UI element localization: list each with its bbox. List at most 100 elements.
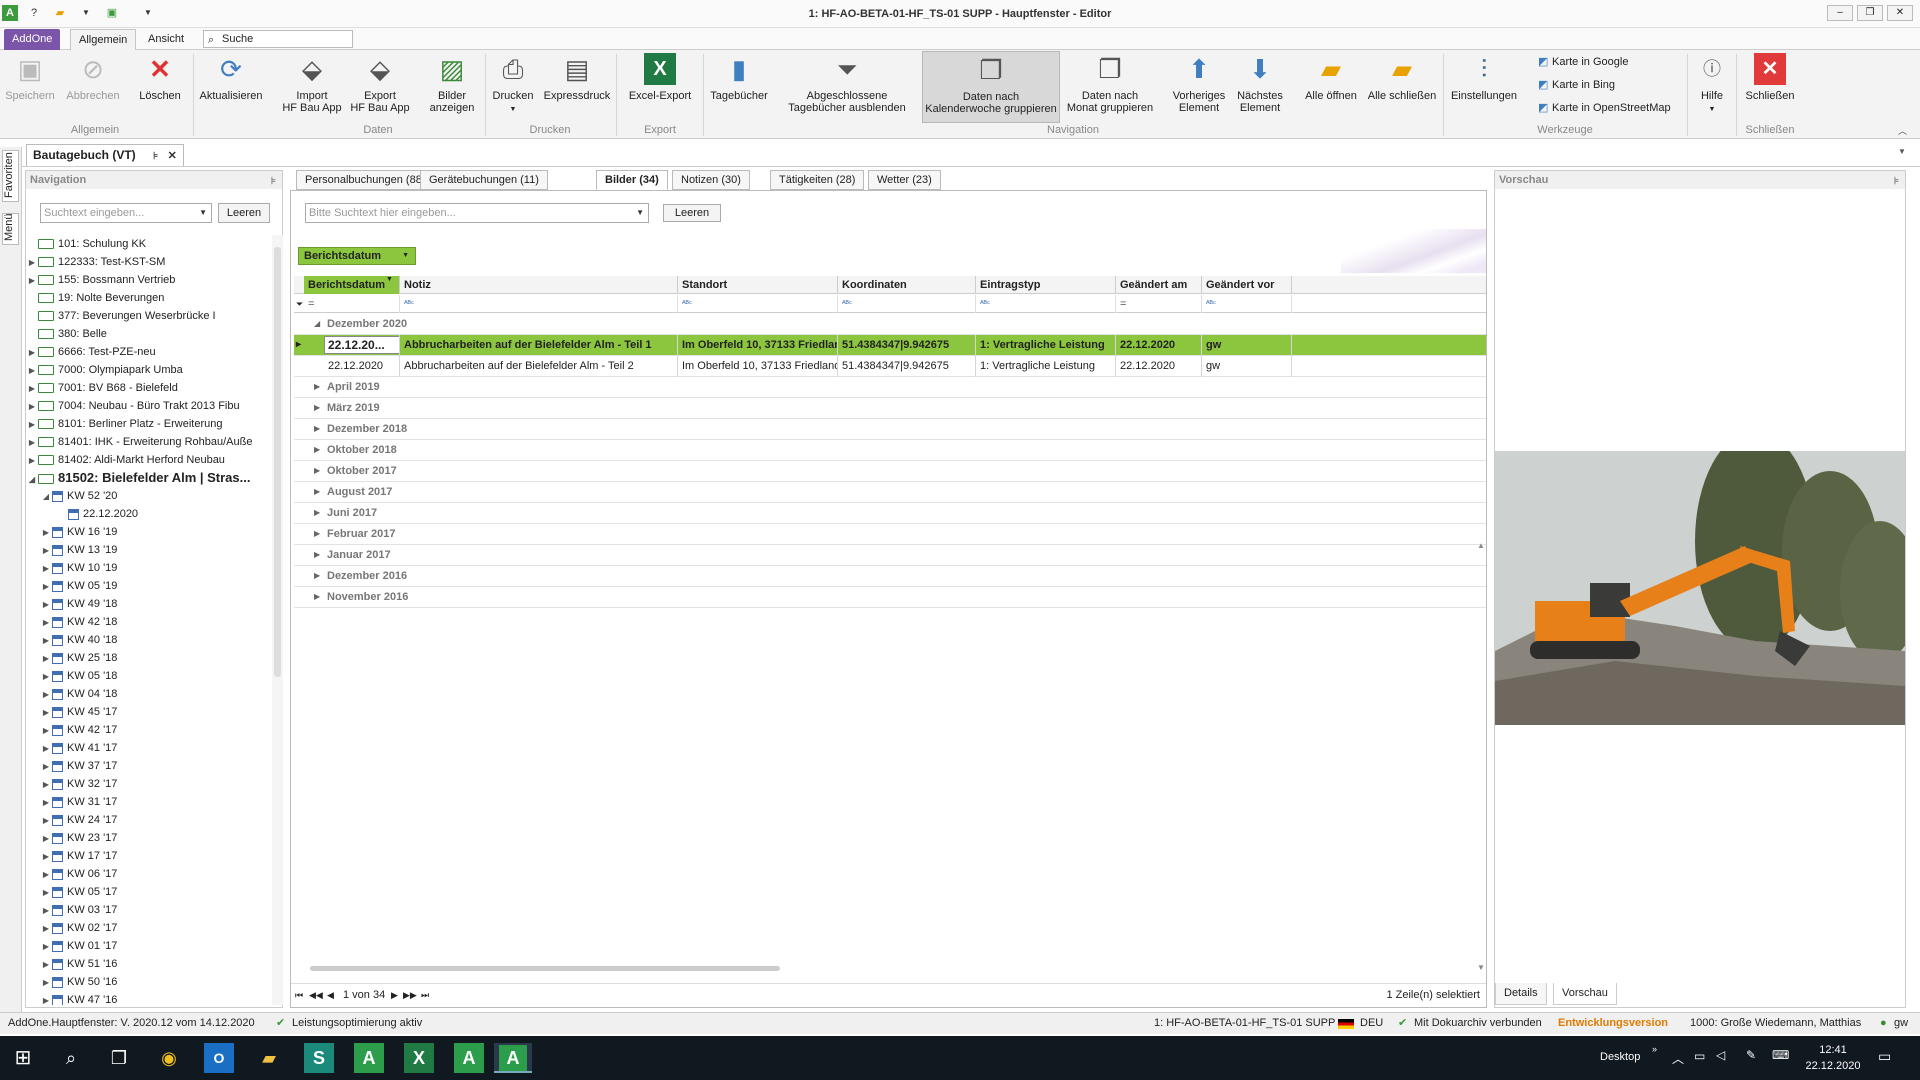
doc-tab-bautagebuch[interactable]: Bautagebuch (VT) ⊧ ✕ [26, 144, 184, 166]
pen-icon[interactable]: ✎ [1746, 1048, 1756, 1062]
tree-node-week[interactable]: ▶ KW 50 '16 [40, 973, 117, 991]
chevron-right-icon[interactable]: ▶ [26, 398, 38, 416]
group-row[interactable]: ▶ Januar 2017 [294, 545, 1486, 566]
scrollbar-thumb[interactable] [310, 966, 780, 971]
refresh-button[interactable]: ⟳ Aktualisieren [197, 53, 265, 123]
tree-node-week[interactable]: ▶ KW 45 '17 [40, 703, 117, 721]
grid-search-input[interactable]: Bitte Suchtext hier eingeben... ▼ [305, 203, 649, 223]
chevron-right-icon[interactable]: ▶ [314, 398, 320, 418]
chevron-right-icon[interactable]: ▶ [40, 866, 52, 884]
table-row[interactable]: ▸ 22.12.20...▼Abbrucharbeiten auf der Bie… [294, 335, 1486, 356]
export-button[interactable]: ⬙ Export HF Bau App [348, 53, 412, 123]
chevron-right-icon[interactable]: ▶ [40, 974, 52, 992]
group-by-week-button[interactable]: ❐ Daten nach Kalenderwoche gruppieren [922, 51, 1060, 123]
preview-tab-details[interactable]: Details [1495, 983, 1547, 1005]
tree-node-week[interactable]: ▶ KW 42 '18 [40, 613, 117, 631]
tree-node-week[interactable]: ▶ KW 41 '17 [40, 739, 117, 757]
tree-node-week[interactable]: ▶ KW 32 '17 [40, 775, 117, 793]
column-filter-cell[interactable]: ᴬᴮᶜ [678, 295, 838, 313]
next-element-button[interactable]: ⬇ Nächstes Element [1232, 53, 1288, 123]
tree-node-week[interactable]: ▶ KW 31 '17 [40, 793, 117, 811]
map-osm-link[interactable]: ◩ Karte in OpenStreetMap [1538, 100, 1671, 116]
chevron-right-icon[interactable]: ▶ [26, 344, 38, 362]
addone-app-icon[interactable]: A [354, 1043, 384, 1073]
column-header[interactable]: Standort [678, 276, 838, 294]
excel-export-button[interactable]: X Excel-Export [624, 53, 696, 123]
excel-icon[interactable]: X [404, 1043, 434, 1073]
explorer-folder-icon[interactable]: ▰ [254, 1043, 284, 1073]
column-filter-cell[interactable]: ᴬᴮᶜ [838, 295, 976, 313]
column-header[interactable]: Notiz [400, 276, 678, 294]
tree-node-project[interactable]: ▶ 7004: Neubau - Büro Trakt 2013 Fibu [26, 397, 240, 415]
group-row[interactable]: ▶ Februar 2017 [294, 524, 1486, 545]
table-cell[interactable]: 22.12.2020 [324, 356, 400, 377]
group-row[interactable]: ▶ November 2016 [294, 587, 1486, 608]
chevron-right-icon[interactable]: ▶ [314, 440, 320, 460]
date-edit-input[interactable]: 22.12.20...▼ [324, 336, 399, 354]
group-row[interactable]: ◢ Dezember 2020 [294, 314, 1486, 335]
tree-node-week[interactable]: ▶ KW 05 '19 [40, 577, 117, 595]
chevron-right-icon[interactable]: ▶ [40, 560, 52, 578]
table-cell[interactable]: 1: Vertragliche Leistung [976, 335, 1116, 356]
tree-node-week[interactable]: ▶ KW 40 '18 [40, 631, 117, 649]
express-print-button[interactable]: ▤ Expressdruck [542, 53, 612, 123]
tree-node-week[interactable]: ▶ KW 04 '18 [40, 685, 117, 703]
import-button[interactable]: ⬙ Import HF Bau App [278, 53, 346, 123]
prev-page-group-icon[interactable]: ◀◀ [309, 984, 323, 1006]
collapse-ribbon-icon[interactable]: ︿ [1898, 124, 1907, 137]
table-cell[interactable]: 22.12.20...▼ [324, 335, 400, 356]
chevron-right-icon[interactable]: ▶ [314, 524, 320, 544]
tree-node-week[interactable]: ▶ KW 10 '19 [40, 559, 117, 577]
chevron-down-icon[interactable]: ◢ [40, 488, 52, 506]
chevron-right-icon[interactable]: ▶ [40, 668, 52, 686]
group-by-chip[interactable]: Berichtsdatum ▼ [298, 247, 416, 265]
next-page-icon[interactable]: ▶ [391, 984, 398, 1006]
desktop-chevron-icon[interactable]: » [1652, 1044, 1657, 1054]
scrollbar-thumb[interactable] [274, 247, 281, 677]
settings-button[interactable]: ⫶ Einstellungen [1448, 53, 1520, 123]
table-cell[interactable]: 22.12.2020 [1116, 335, 1202, 356]
tree-node-project[interactable]: ▶ 122333: Test-KST-SM [26, 253, 165, 271]
tree-node-project[interactable]: 380: Belle [26, 325, 107, 343]
chevron-right-icon[interactable]: ▶ [40, 650, 52, 668]
tree-node-week[interactable]: ▶ KW 05 '17 [40, 883, 117, 901]
pin-icon[interactable]: ⊧ [271, 173, 276, 191]
volume-icon[interactable]: ◁ [1716, 1048, 1725, 1062]
table-cell[interactable]: 22.12.2020 [1116, 356, 1202, 377]
print-button[interactable]: ⎙ Drucken ▼ [490, 53, 536, 123]
table-cell[interactable]: 51.4384347|9.942675 [838, 356, 976, 377]
content-tab[interactable]: Bilder (34) [596, 170, 668, 190]
chevron-right-icon[interactable]: ▶ [26, 434, 38, 452]
tab-addone[interactable]: AddOne [4, 29, 61, 50]
tree-node-day[interactable]: 22.12.2020 [56, 505, 138, 523]
close-all-button[interactable]: ▰ Alle schließen [1366, 53, 1438, 123]
tray-up-icon[interactable]: ︿ [1672, 1050, 1684, 1067]
tree-node-week[interactable]: ▶ KW 17 '17 [40, 847, 117, 865]
close-button[interactable]: ✕ Schließen [1742, 53, 1798, 123]
scroll-up-icon[interactable]: ▲ [1477, 541, 1485, 550]
tree-node-week[interactable]: ▶ KW 13 '19 [40, 541, 117, 559]
chevron-right-icon[interactable]: ▶ [40, 686, 52, 704]
tree-node-week[interactable]: ▶ KW 05 '18 [40, 667, 117, 685]
tree-node-project[interactable]: 19: Nolte Beverungen [26, 289, 164, 307]
keyboard-icon[interactable]: ⌨ [1772, 1048, 1789, 1062]
chevron-down-icon[interactable]: ▼ [1898, 147, 1906, 156]
chevron-right-icon[interactable]: ▶ [40, 830, 52, 848]
outlook-icon[interactable]: O [204, 1043, 234, 1073]
tree-node-project[interactable]: ▶ 81401: IHK - Erweiterung Rohbau/Auße [26, 433, 253, 452]
tree-node-project[interactable]: ▶ 7001: BV B68 - Bielefeld [26, 379, 178, 397]
chevron-right-icon[interactable]: ▶ [40, 632, 52, 650]
group-row[interactable]: ▶ Oktober 2017 [294, 461, 1486, 482]
chevron-right-icon[interactable]: ▶ [40, 992, 52, 1005]
first-page-icon[interactable]: ⏮ [295, 984, 303, 1006]
tree-node-week[interactable]: ▶ KW 42 '17 [40, 721, 117, 739]
show-images-button[interactable]: ▨ Bilder anzeigen [424, 53, 480, 123]
chevron-down-icon[interactable]: ◢ [26, 471, 38, 489]
chevron-right-icon[interactable]: ▶ [40, 902, 52, 920]
tab-allgemein[interactable]: Allgemein [70, 29, 137, 50]
chevron-right-icon[interactable]: ▶ [314, 419, 320, 439]
chevron-right-icon[interactable]: ▶ [26, 254, 38, 272]
tree-node-project[interactable]: ▶ 8101: Berliner Platz - Erweiterung [26, 415, 223, 433]
column-header[interactable]: Geändert am [1116, 276, 1202, 294]
grid-horizontal-scrollbar[interactable] [305, 964, 1475, 974]
